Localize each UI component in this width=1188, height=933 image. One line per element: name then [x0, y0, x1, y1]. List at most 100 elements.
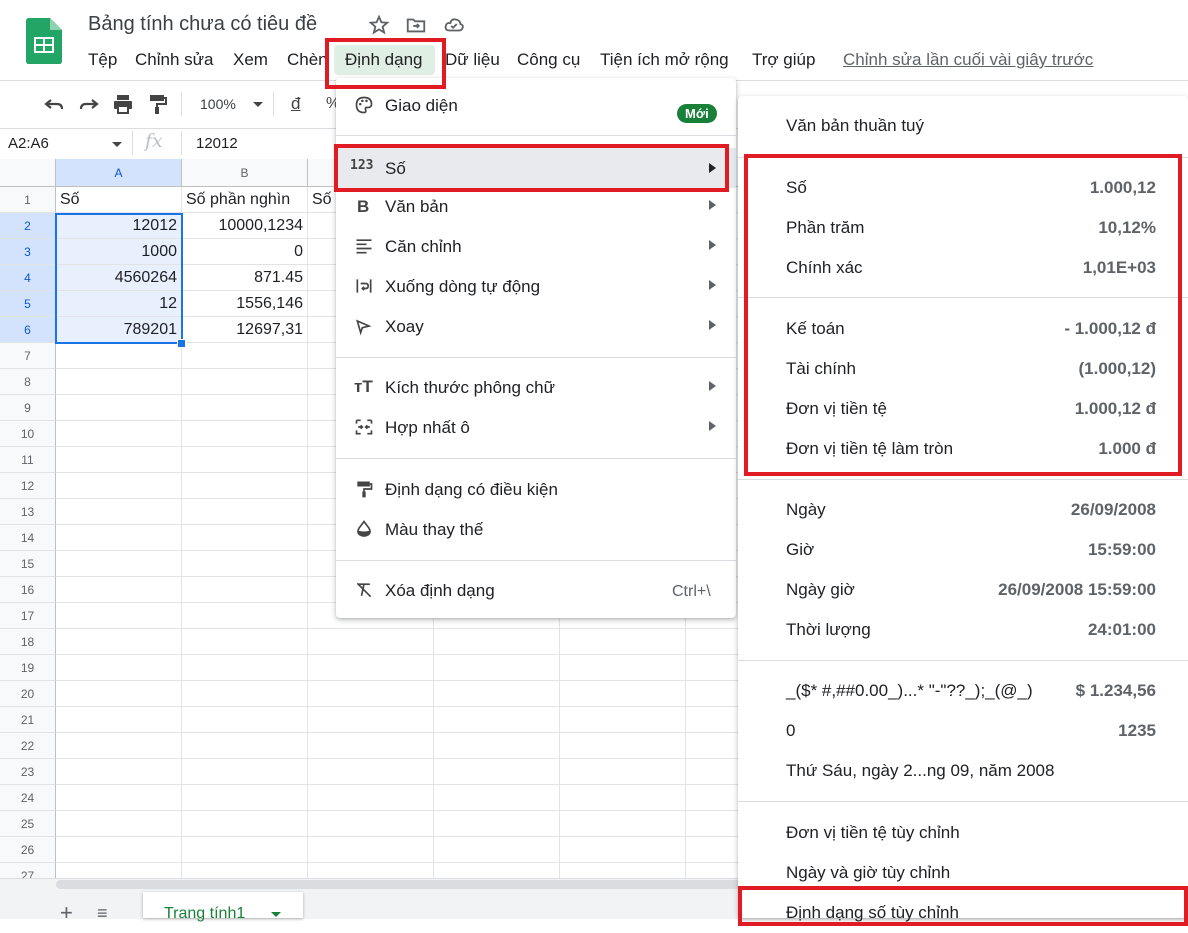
grid-cell[interactable]	[56, 395, 182, 421]
menu-item-wrapping[interactable]: Xuống dòng tự động	[336, 268, 736, 304]
grid-cell[interactable]	[434, 837, 560, 863]
grid-cell[interactable]	[560, 759, 686, 785]
grid-cell[interactable]	[560, 733, 686, 759]
grid-cell[interactable]	[182, 681, 308, 707]
grid-cell[interactable]	[56, 525, 182, 551]
formula-input[interactable]: 12012	[196, 135, 238, 152]
submenu-item-plain-text[interactable]: Văn bản thuần tuý	[738, 106, 1188, 146]
grid-cell[interactable]	[308, 707, 434, 733]
document-title[interactable]: Bảng tính chưa có tiêu đề	[88, 13, 317, 36]
submenu-item-custom-number-format[interactable]: Định dạng số tùy chỉnh	[738, 893, 1188, 933]
sheets-logo-icon[interactable]	[26, 18, 62, 64]
grid-cell[interactable]	[182, 759, 308, 785]
grid-cell[interactable]	[182, 603, 308, 629]
grid-cell[interactable]	[182, 629, 308, 655]
move-folder-icon[interactable]	[405, 14, 427, 36]
column-header-a[interactable]: A	[56, 159, 182, 187]
row-header[interactable]: 11	[0, 447, 56, 473]
grid-cell[interactable]	[434, 759, 560, 785]
menu-item-alignment[interactable]: Căn chỉnh	[336, 228, 736, 264]
submenu-item-scientific[interactable]: Chính xác 1,01E+03	[738, 248, 1188, 288]
menu-tools[interactable]: Công cụ	[517, 50, 580, 70]
row-header[interactable]: 23	[0, 759, 56, 785]
menu-help[interactable]: Trợ giúp	[752, 50, 815, 70]
grid-cell[interactable]	[182, 733, 308, 759]
grid-cell[interactable]	[56, 733, 182, 759]
submenu-item-currency[interactable]: Đơn vị tiền tệ 1.000,12 đ	[738, 389, 1188, 429]
menu-item-font-size[interactable]: тT Kích thước phông chữ	[336, 369, 736, 405]
grid-cell[interactable]	[182, 785, 308, 811]
zoom-dropdown-icon[interactable]	[253, 102, 263, 107]
menu-data[interactable]: Dữ liệu	[445, 50, 500, 70]
grid-cell[interactable]	[308, 759, 434, 785]
row-header[interactable]: 4	[0, 265, 56, 291]
menu-item-theme[interactable]: Giao diện Mới	[336, 87, 736, 123]
undo-icon[interactable]	[42, 92, 66, 116]
row-header[interactable]: 10	[0, 421, 56, 447]
submenu-item-date[interactable]: Ngày 26/09/2008	[738, 490, 1188, 530]
grid-cell[interactable]: 12697,31	[182, 317, 308, 343]
currency-format-button[interactable]: đ	[291, 94, 300, 114]
menu-view[interactable]: Xem	[233, 50, 268, 70]
grid-cell[interactable]	[686, 837, 746, 863]
row-header[interactable]: 15	[0, 551, 56, 577]
grid-cell[interactable]	[56, 785, 182, 811]
grid-cell[interactable]	[560, 629, 686, 655]
grid-cell[interactable]	[56, 811, 182, 837]
submenu-item-date-time[interactable]: Ngày giờ 26/09/2008 15:59:00	[738, 570, 1188, 610]
submenu-item-accounting[interactable]: Kế toán - 1.000,12 đ	[738, 309, 1188, 349]
grid-cell[interactable]	[560, 837, 686, 863]
cloud-saved-icon[interactable]	[443, 14, 465, 36]
menu-item-conditional-formatting[interactable]: Định dạng có điều kiện	[336, 471, 736, 507]
menu-edit[interactable]: Chỉnh sửa	[135, 50, 213, 70]
grid-cell[interactable]	[686, 707, 746, 733]
row-header[interactable]: 8	[0, 369, 56, 395]
menu-extensions[interactable]: Tiện ích mở rộng	[600, 50, 729, 70]
paint-format-icon[interactable]	[146, 92, 170, 116]
grid-cell[interactable]	[182, 811, 308, 837]
fill-handle[interactable]	[177, 339, 186, 348]
name-box-dropdown-icon[interactable]	[112, 142, 122, 147]
add-sheet-button[interactable]: +	[60, 900, 73, 926]
menu-item-alternating-colors[interactable]: Màu thay thế	[336, 511, 736, 547]
row-header[interactable]: 6	[0, 317, 56, 343]
row-header[interactable]: 1	[0, 187, 56, 213]
grid-cell[interactable]	[686, 681, 746, 707]
grid-cell[interactable]	[56, 837, 182, 863]
grid-cell[interactable]: 1556,146	[182, 291, 308, 317]
row-header[interactable]: 21	[0, 707, 56, 733]
grid-cell[interactable]	[434, 785, 560, 811]
grid-cell[interactable]	[686, 733, 746, 759]
star-icon[interactable]	[368, 14, 390, 36]
grid-cell[interactable]: 10000,1234	[182, 213, 308, 239]
menu-item-merge-cells[interactable]: Hợp nhất ô	[336, 409, 736, 445]
last-edit-link[interactable]: Chỉnh sửa lần cuối vài giây trước	[843, 50, 1093, 70]
grid-cell[interactable]	[182, 447, 308, 473]
submenu-item-custom-currency[interactable]: Đơn vị tiền tệ tùy chỉnh	[738, 813, 1188, 853]
row-header[interactable]: 3	[0, 239, 56, 265]
grid-cell[interactable]	[560, 785, 686, 811]
grid-cell[interactable]	[56, 369, 182, 395]
grid-cell[interactable]	[56, 473, 182, 499]
row-header[interactable]: 13	[0, 499, 56, 525]
sheet-tab-label[interactable]: Trang tính1	[164, 905, 245, 923]
grid-cell[interactable]	[308, 785, 434, 811]
print-icon[interactable]	[111, 92, 135, 116]
grid-cell[interactable]	[56, 707, 182, 733]
grid-cell[interactable]	[56, 421, 182, 447]
menu-item-number[interactable]: 123 Số	[336, 148, 736, 188]
grid-cell[interactable]: 12012	[56, 213, 182, 239]
grid-cell[interactable]	[182, 577, 308, 603]
grid-cell[interactable]	[308, 733, 434, 759]
row-header[interactable]: 5	[0, 291, 56, 317]
row-header[interactable]: 26	[0, 837, 56, 863]
submenu-item-custom-date-time[interactable]: Ngày và giờ tùy chỉnh	[738, 853, 1188, 893]
horizontal-scrollbar[interactable]	[56, 880, 746, 889]
submenu-item-currency-rounded[interactable]: Đơn vị tiền tệ làm tròn 1.000 đ	[738, 429, 1188, 469]
row-header[interactable]: 14	[0, 525, 56, 551]
grid-cell[interactable]	[434, 655, 560, 681]
grid-cell[interactable]	[182, 473, 308, 499]
menu-file[interactable]: Tệp	[88, 50, 117, 70]
grid-cell[interactable]	[56, 343, 182, 369]
submenu-item-custom-zero[interactable]: 0 1235	[738, 711, 1188, 751]
